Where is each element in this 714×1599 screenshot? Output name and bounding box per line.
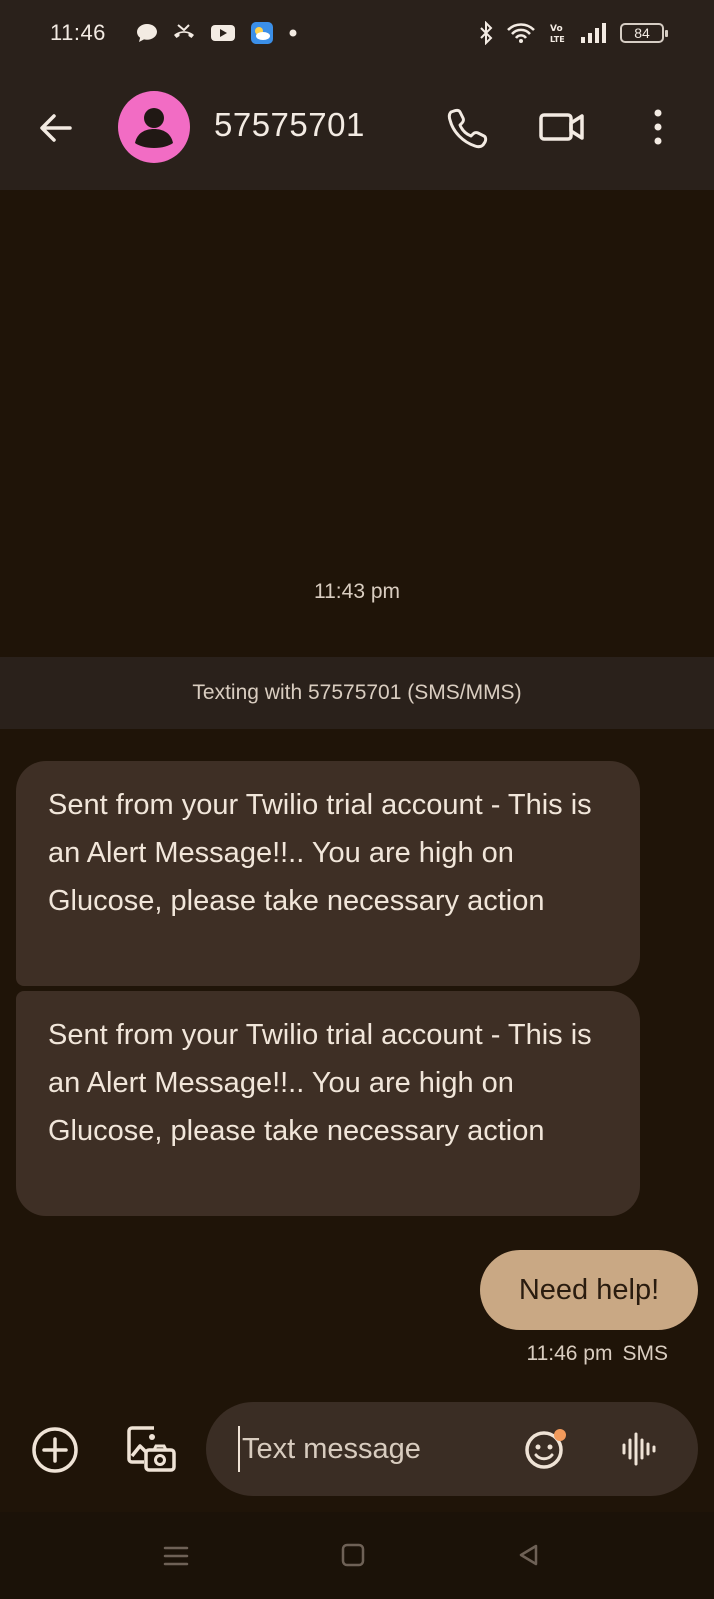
- notification-icons: [136, 21, 298, 45]
- sent-time: 11:46 pm: [526, 1342, 613, 1365]
- back-triangle-icon[interactable]: [516, 1542, 542, 1568]
- more-vert-icon[interactable]: [640, 105, 676, 149]
- timestamp-divider: 11:43 pm: [314, 580, 400, 603]
- texting-banner: Texting with 57575701 (SMS/MMS): [0, 657, 714, 729]
- incoming-message-bubble[interactable]: Sent from your Twilio trial account - Th…: [16, 761, 640, 986]
- volte-icon: VoLTE: [550, 24, 565, 44]
- contact-name[interactable]: 57575701: [214, 106, 365, 144]
- bluetooth-icon: [480, 21, 493, 45]
- avatar[interactable]: [118, 91, 190, 163]
- message-type: SMS: [622, 1342, 668, 1365]
- phone-icon[interactable]: [446, 105, 490, 149]
- outgoing-message-bubble[interactable]: Need help!: [480, 1250, 698, 1330]
- missed-call-icon: [173, 24, 194, 38]
- status-bar: 11:46 Vo LTE 84: [0, 0, 714, 66]
- menu-lines-icon[interactable]: [162, 1542, 190, 1570]
- home-square-icon[interactable]: [340, 1542, 366, 1568]
- voice-wave-icon[interactable]: [620, 1429, 660, 1469]
- system-icons: Vo LTE 84: [478, 21, 668, 45]
- chat-bubble-icon: [136, 24, 157, 42]
- message-input-container[interactable]: [206, 1402, 698, 1496]
- compose-bar: [0, 1400, 714, 1510]
- message-list[interactable]: 11:43 pm Texting with 57575701 (SMS/MMS)…: [0, 190, 714, 1400]
- conversation-header: 57575701: [0, 66, 714, 190]
- wifi-icon: [507, 23, 535, 43]
- add-circle-icon[interactable]: [30, 1425, 80, 1475]
- message-input[interactable]: [238, 1426, 518, 1472]
- battery-icon: 84: [620, 23, 668, 43]
- dot-icon: [289, 29, 297, 37]
- svg-text:LTE: LTE: [550, 35, 565, 44]
- youtube-icon: [210, 25, 235, 41]
- incoming-message-bubble[interactable]: Sent from your Twilio trial account - Th…: [16, 991, 640, 1216]
- back-arrow-icon[interactable]: [34, 106, 78, 150]
- video-camera-icon[interactable]: [538, 105, 586, 149]
- gallery-camera-icon[interactable]: [124, 1422, 178, 1476]
- person-icon: [135, 108, 173, 148]
- status-time: 11:46: [50, 20, 106, 45]
- message-status: 11:46 pm SMS: [526, 1342, 668, 1366]
- system-nav-bar: [0, 1512, 714, 1599]
- signal-icon: [581, 23, 606, 43]
- emoji-icon[interactable]: [524, 1427, 568, 1471]
- weather-icon: [250, 22, 273, 44]
- svg-text:Vo: Vo: [550, 24, 563, 34]
